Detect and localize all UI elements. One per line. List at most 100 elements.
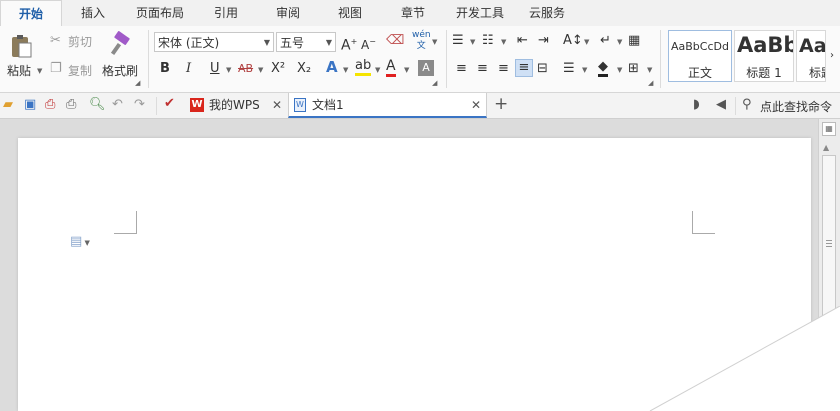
font-color-button[interactable]: A — [386, 58, 396, 77]
print-icon[interactable]: ⎙ — [66, 97, 76, 113]
style-heading-1-preview: AaBb — [737, 33, 794, 57]
char-shading-button[interactable]: A — [418, 60, 434, 76]
separator — [735, 97, 736, 115]
shrink-font-button[interactable]: A− — [361, 34, 376, 53]
chevron-down-icon[interactable]: ▼ — [404, 66, 409, 74]
command-search-button[interactable]: 点此查找命令 — [760, 98, 832, 115]
ribbon-tab-bar: 开始 插入 页面布局 引用 审阅 视图 章节 开发工具 云服务 — [0, 0, 840, 28]
shading-icon[interactable]: ◆ — [598, 59, 608, 77]
font-name-select[interactable]: 宋体 (正文) ▼ — [154, 32, 274, 52]
sync-icon[interactable]: ◗ — [693, 97, 700, 113]
align-right-icon[interactable]: ≡ — [498, 61, 509, 77]
chevron-down-icon[interactable]: ▼ — [617, 66, 622, 74]
decrease-indent-icon[interactable]: ⇤ — [517, 33, 528, 49]
increase-indent-icon[interactable]: ⇥ — [538, 33, 549, 49]
bold-button[interactable]: B — [160, 61, 170, 77]
line-spacing-icon[interactable]: ☰ — [563, 61, 575, 77]
paste-dropdown-icon[interactable]: ▼ — [37, 67, 42, 75]
document-icon: W — [294, 98, 306, 112]
font-launcher-icon[interactable]: ◢ — [432, 79, 437, 87]
new-tab-button[interactable]: + — [494, 96, 508, 113]
chevron-down-icon[interactable]: ▼ — [501, 38, 506, 46]
share-icon[interactable]: ◀ — [716, 97, 726, 113]
underline-button[interactable]: U — [210, 61, 220, 77]
borders-icon[interactable]: ⊞ — [628, 61, 639, 77]
tab-chapter[interactable]: 章节 — [393, 0, 433, 26]
style-normal-name: 正文 — [687, 66, 712, 80]
phonetic-guide-button[interactable]: wén 文 — [412, 30, 431, 52]
export-pdf-icon[interactable]: ⎙ — [45, 97, 55, 113]
ruler-toggle-icon[interactable]: ▦ — [822, 122, 836, 136]
align-center-icon[interactable]: ≡ — [477, 61, 488, 77]
redo-icon[interactable]: ↷ — [134, 97, 145, 113]
numbered-list-icon[interactable]: ☷ — [482, 33, 494, 49]
bullet-list-icon[interactable]: ☰ — [452, 33, 464, 49]
doc-tab-label: 我的WPS — [209, 98, 260, 112]
strikethrough-button[interactable]: AB — [238, 61, 253, 77]
tab-cloud-services[interactable]: 云服务 — [524, 0, 570, 26]
chevron-down-icon[interactable]: ▼ — [432, 38, 437, 46]
separator — [660, 30, 661, 88]
style-heading[interactable]: Aa 标题 — [796, 30, 826, 82]
style-normal[interactable]: AaBbCcDd 正文 — [668, 30, 732, 82]
print-preview-icon[interactable]: 🔍︎ — [89, 97, 106, 113]
tab-view[interactable]: 视图 — [330, 0, 370, 26]
paste-label: 粘贴 — [7, 64, 32, 78]
chevron-down-icon[interactable]: ▼ — [258, 66, 263, 74]
justify-button[interactable]: ≡ — [515, 59, 533, 77]
subscript-button[interactable]: X₂ — [297, 61, 311, 77]
search-icon: ⚲ — [742, 97, 752, 112]
tab-review[interactable]: 审阅 — [268, 0, 308, 26]
grow-font-button[interactable]: A+ — [341, 34, 357, 54]
close-icon[interactable]: ✕ — [272, 93, 282, 118]
text-effect-icon[interactable]: A — [326, 59, 338, 75]
open-folder-icon[interactable]: ▰ — [3, 97, 13, 113]
chevron-down-icon[interactable]: ▼ — [617, 38, 622, 46]
italic-button[interactable]: I — [186, 61, 191, 77]
highlight-icon[interactable]: ab — [355, 58, 372, 76]
paste-button[interactable] — [8, 32, 34, 60]
superscript-button[interactable]: X² — [271, 61, 285, 77]
cut-button[interactable]: 剪切 — [68, 33, 92, 50]
clear-format-icon[interactable]: ⌫ — [386, 33, 404, 49]
tab-home[interactable]: 开始 — [0, 0, 62, 28]
undo-icon[interactable]: ↶ — [112, 97, 123, 113]
style-heading-1-name: 标题 1 — [746, 66, 782, 80]
chevron-down-icon[interactable]: ▼ — [375, 66, 380, 74]
styles-more-icon[interactable]: › — [830, 50, 834, 61]
chevron-down-icon[interactable]: ▼ — [226, 66, 231, 74]
margin-marker-left — [114, 211, 137, 234]
sort-icon[interactable]: ↵ — [600, 33, 611, 49]
tab-references[interactable]: 引用 — [206, 0, 246, 26]
close-icon[interactable]: ✕ — [471, 93, 481, 118]
tab-page-layout[interactable]: 页面布局 — [128, 0, 192, 26]
copy-icon: ❐ — [50, 61, 62, 76]
paragraph-launcher-icon[interactable]: ◢ — [648, 79, 653, 87]
align-left-icon[interactable]: ≡ — [456, 61, 467, 77]
format-painter-label: 格式刷 — [102, 64, 139, 78]
distributed-align-icon[interactable]: ⊟ — [537, 61, 548, 77]
style-heading-name: 标题 — [809, 66, 825, 80]
save-icon[interactable]: ▣ — [24, 97, 36, 113]
paste-icon — [12, 35, 32, 58]
chevron-down-icon[interactable]: ▼ — [584, 38, 589, 46]
clipboard-launcher-icon[interactable]: ◢ — [135, 79, 140, 87]
tab-developer[interactable]: 开发工具 — [450, 0, 510, 26]
doc-tab-document1[interactable]: W 文档1 ✕ — [288, 93, 487, 118]
format-painter-button[interactable] — [108, 30, 134, 58]
wps-checkmark-icon[interactable]: ✔ — [164, 96, 175, 112]
scroll-up-icon[interactable]: ▲ — [823, 143, 829, 152]
text-direction-icon[interactable]: A↕ — [563, 33, 583, 49]
copy-button[interactable]: 复制 — [68, 62, 92, 79]
style-heading-preview: Aa — [799, 35, 826, 57]
doc-tab-my-wps[interactable]: W 我的WPS ✕ — [184, 93, 286, 118]
table-grid-icon[interactable]: ▦ — [628, 33, 640, 49]
paragraph-layout-icon[interactable]: ▤ ▼ — [70, 234, 90, 249]
tab-insert[interactable]: 插入 — [68, 0, 118, 26]
chevron-down-icon[interactable]: ▼ — [582, 66, 587, 74]
chevron-down-icon[interactable]: ▼ — [343, 66, 348, 74]
font-size-select[interactable]: 五号 ▼ — [276, 32, 336, 52]
chevron-down-icon[interactable]: ▼ — [647, 66, 652, 74]
chevron-down-icon[interactable]: ▼ — [470, 38, 475, 46]
style-heading-1[interactable]: AaBb 标题 1 — [734, 30, 794, 82]
